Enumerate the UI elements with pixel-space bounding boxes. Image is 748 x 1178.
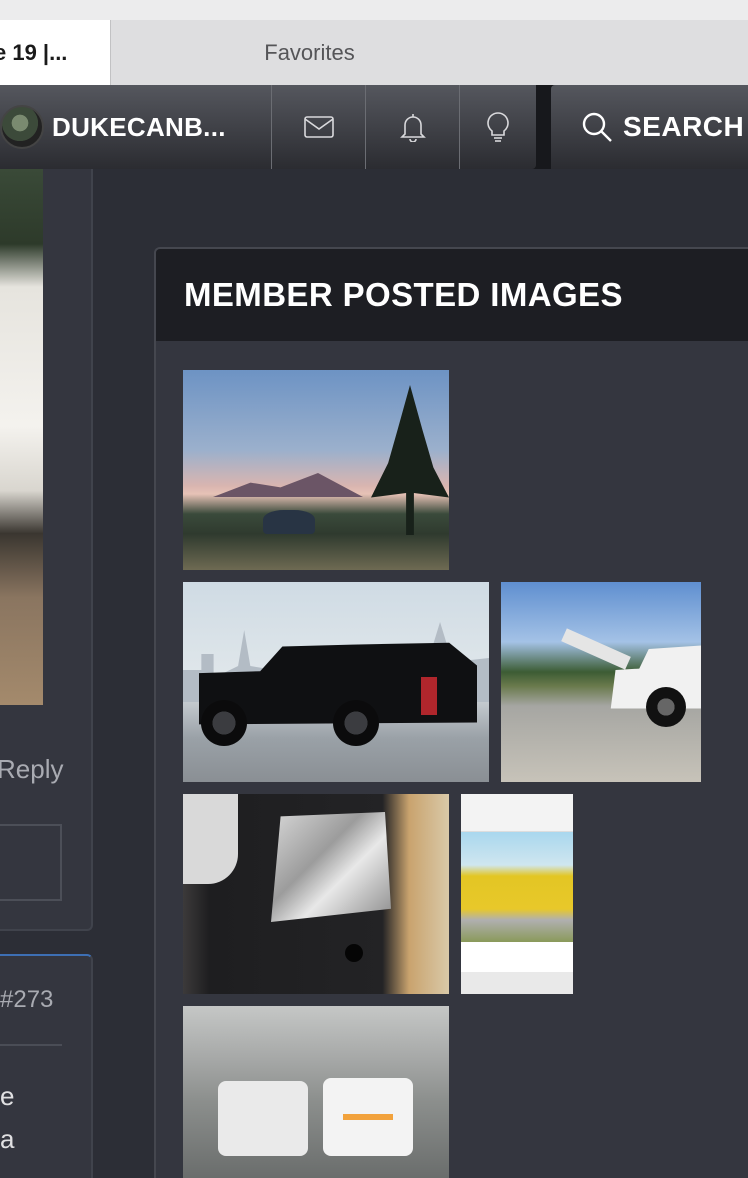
instagram-photo bbox=[461, 832, 573, 942]
cup-shape bbox=[183, 794, 238, 884]
browser-tab-favorites[interactable]: Favorites bbox=[110, 20, 748, 85]
instagram-header bbox=[461, 794, 573, 832]
bell-icon bbox=[399, 114, 426, 142]
username: DUKECANB... bbox=[52, 111, 226, 142]
post-divider bbox=[0, 1044, 62, 1046]
reply-box[interactable] bbox=[0, 824, 62, 901]
browser-tab-title: e 19 |... bbox=[0, 39, 68, 65]
post-attachment-image[interactable] bbox=[0, 169, 43, 705]
site-nav-bar: DUKECANB... SEARCH bbox=[0, 85, 748, 169]
hole-shape bbox=[345, 944, 363, 962]
inbox-button[interactable] bbox=[271, 85, 365, 169]
tree-shape bbox=[371, 385, 449, 535]
image-thumbnail-black-truck[interactable] bbox=[183, 582, 489, 782]
post-body-text: a bbox=[0, 1124, 15, 1154]
taillight-shape bbox=[421, 677, 437, 715]
thread-column: Reply #273 e a bbox=[0, 169, 93, 1178]
post-number-link[interactable]: #273 bbox=[0, 986, 53, 1014]
truck-shape bbox=[218, 1081, 308, 1156]
image-thumbnail-campsite[interactable] bbox=[183, 370, 449, 570]
post-body-text: e bbox=[0, 1081, 15, 1111]
amber-lights-shape bbox=[343, 1114, 393, 1120]
user-nav-group: DUKECANB... bbox=[0, 85, 536, 169]
post-card-next: #273 e a bbox=[0, 954, 93, 1178]
tent-shape bbox=[263, 510, 315, 534]
widget-title[interactable]: MEMBER POSTED IMAGES bbox=[184, 276, 623, 314]
browser-tab-active[interactable]: e 19 |... bbox=[0, 20, 110, 85]
search-label: SEARCH bbox=[623, 111, 745, 142]
image-thumbnail-parking-garage[interactable] bbox=[183, 1006, 449, 1178]
wheel-shape bbox=[333, 700, 379, 746]
mail-icon bbox=[303, 116, 334, 138]
image-thumbnail-foil-panel[interactable] bbox=[183, 794, 449, 994]
browser-top-bar bbox=[0, 0, 748, 20]
reply-link[interactable]: Reply bbox=[0, 754, 63, 785]
search-button[interactable]: SEARCH bbox=[551, 85, 748, 169]
browser-tab-strip: e 19 |... Favorites bbox=[0, 0, 748, 85]
instagram-nav-bar bbox=[461, 972, 573, 994]
widget-header: MEMBER POSTED IMAGES bbox=[156, 249, 748, 341]
foil-shape bbox=[271, 812, 391, 922]
alerts-button[interactable] bbox=[365, 85, 459, 169]
image-thumbnail-instagram-screenshot[interactable] bbox=[461, 794, 573, 994]
post-card: Reply bbox=[0, 169, 93, 931]
user-menu[interactable]: DUKECANB... bbox=[0, 85, 271, 169]
lightbulb-icon bbox=[487, 112, 509, 142]
avatar bbox=[0, 105, 44, 149]
favorites-tab-label: Favorites bbox=[264, 39, 355, 65]
wheel-shape bbox=[201, 700, 247, 746]
search-icon bbox=[582, 112, 612, 142]
whats-new-button[interactable] bbox=[459, 85, 536, 169]
mountain-shape bbox=[213, 473, 363, 497]
wheel-shape bbox=[646, 687, 686, 727]
image-thumbnail-white-truck[interactable] bbox=[501, 582, 701, 782]
ramp-shape bbox=[561, 628, 631, 670]
